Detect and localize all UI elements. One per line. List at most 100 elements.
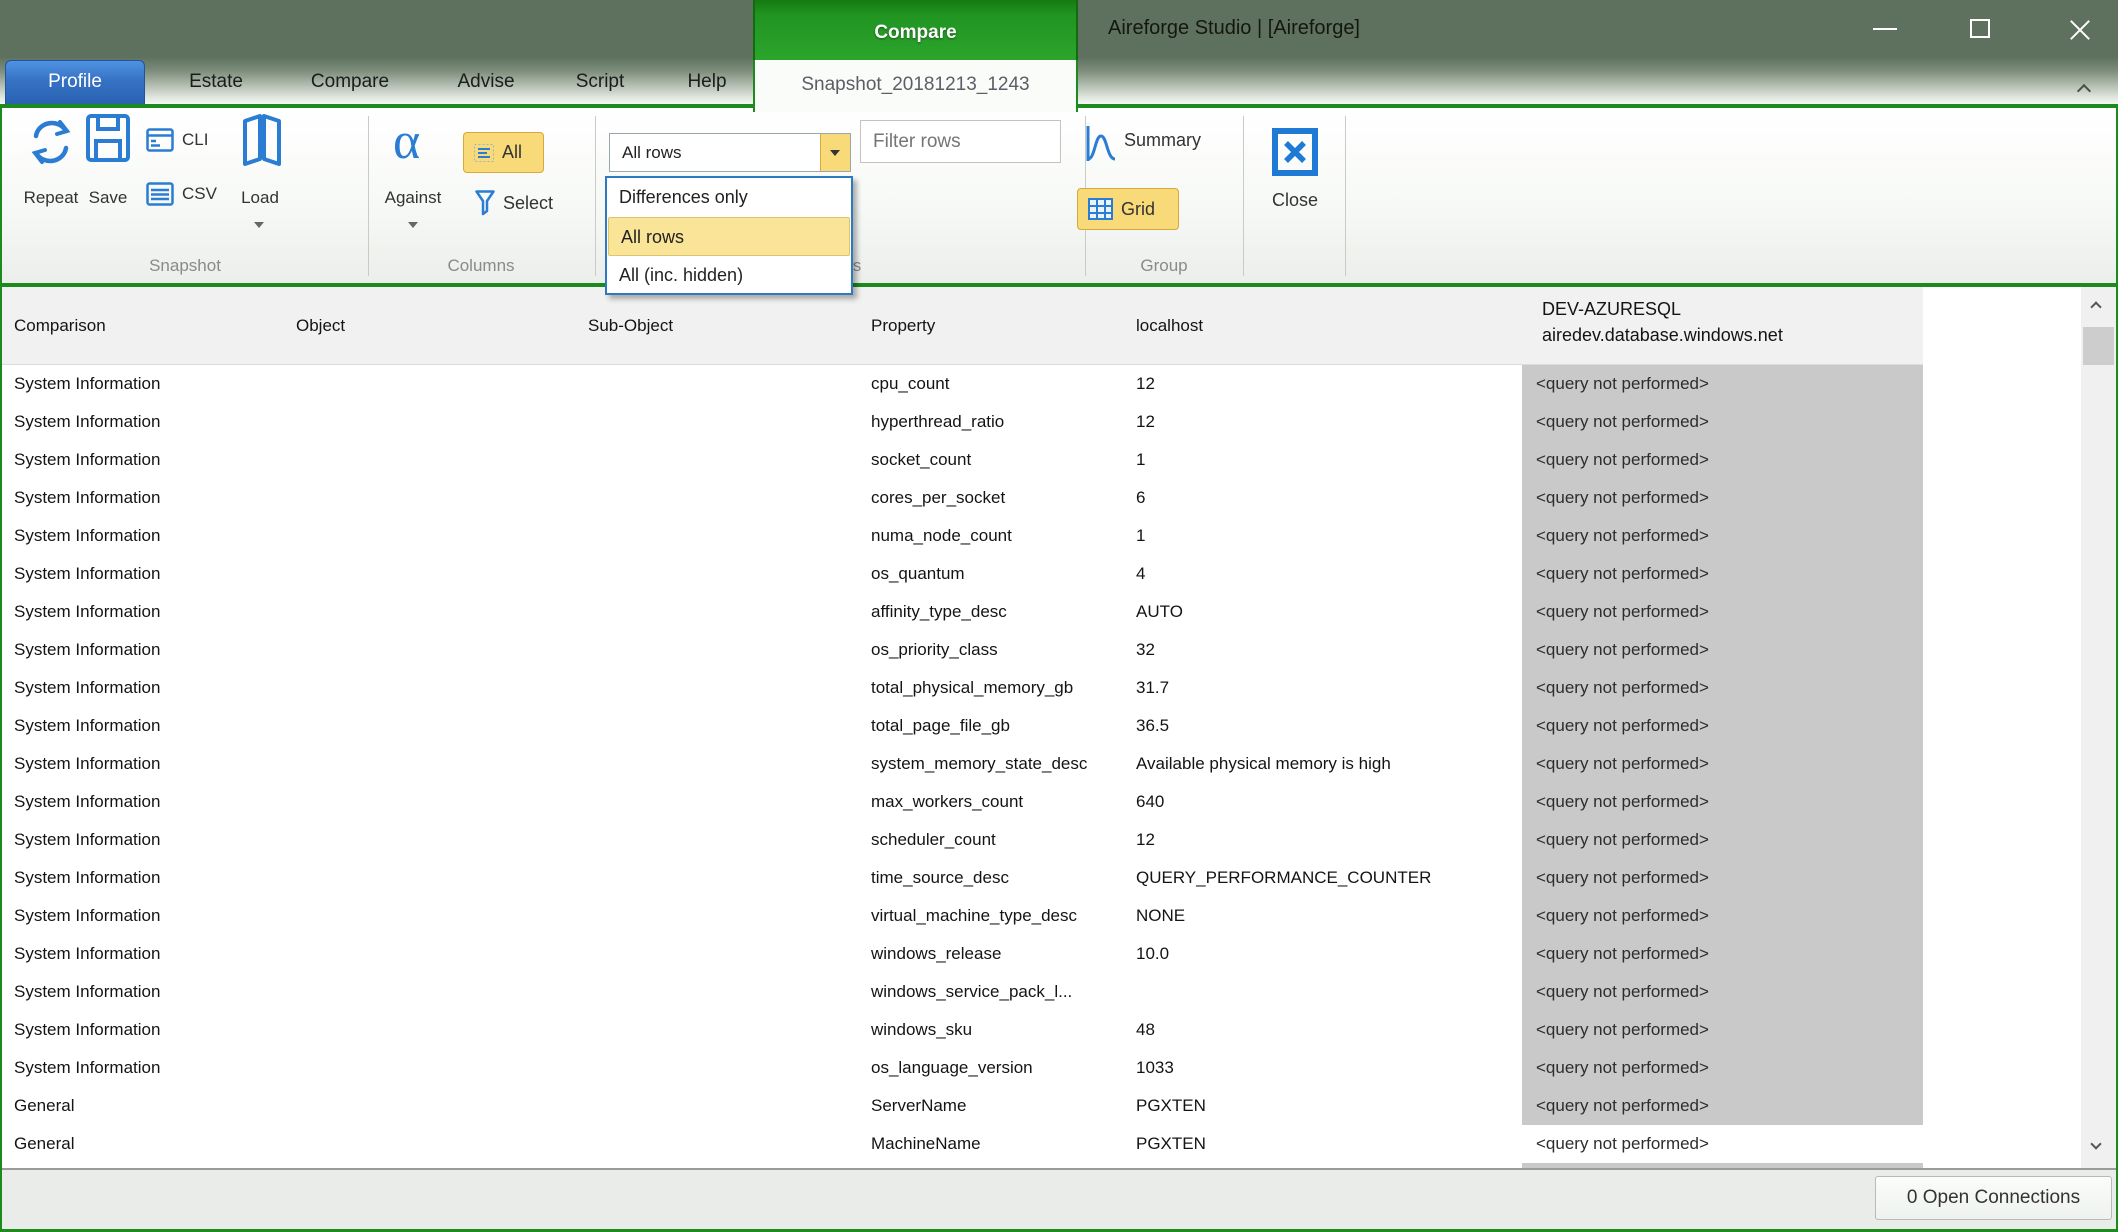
cell-remote-server: <query not performed> <box>1522 821 1923 859</box>
maximize-button[interactable] <box>1950 0 2010 57</box>
cell-property: affinity_type_desc <box>871 602 1007 621</box>
ribbon-collapse-icon[interactable] <box>2076 82 2092 99</box>
load-icon[interactable] <box>238 112 286 168</box>
save-icon[interactable] <box>84 112 132 164</box>
close-window-button[interactable] <box>2040 0 2100 57</box>
cell-comparison: System Information <box>14 830 161 849</box>
cell-remote-server: <query not performed> <box>1522 1049 1923 1087</box>
minimize-button[interactable] <box>1855 0 1915 57</box>
status-bar <box>0 1168 2118 1232</box>
column-header-property[interactable]: Property <box>871 287 935 365</box>
remote-server-name: DEV-AZURESQL <box>1542 299 1682 319</box>
table-row[interactable]: System Information hyperthread_ratio 12 <qu… <box>2 403 2081 441</box>
table-row[interactable]: System Information virtual_machine_type_d… <box>2 897 2081 935</box>
csv-icon[interactable] <box>146 182 174 207</box>
select-filter-icon[interactable] <box>475 190 495 218</box>
cell-remote-server: <query not performed> <box>1522 593 1923 631</box>
summary-icon[interactable] <box>1085 124 1117 164</box>
table-row[interactable]: System Information windows_sku 48 <query no… <box>2 1011 2081 1049</box>
table-row[interactable]: System Information time_source_desc QUERY_… <box>2 859 2081 897</box>
scroll-down-icon[interactable] <box>2090 1138 2103 1151</box>
table-row[interactable]: System Information os_priority_class 32 <qu… <box>2 631 2081 669</box>
table-row[interactable]: System Information numa_node_count 1 <query… <box>2 517 2081 555</box>
cell-localhost: NONE <box>1136 906 1186 925</box>
save-button[interactable]: Save <box>75 188 141 208</box>
cli-icon[interactable] <box>146 128 174 153</box>
cell-comparison: System Information <box>14 526 161 545</box>
combobox-dropdown-button[interactable] <box>820 134 850 171</box>
cell-property: os_priority_class <box>871 640 998 659</box>
table-row[interactable]: System Information total_page_file_gb 36.5… <box>2 707 2081 745</box>
cell-remote-server: <query not performed> <box>1522 403 1923 441</box>
grid-rows: System Information cpu_count 12 <query not … <box>2 365 2081 1168</box>
tab-script[interactable]: Script <box>540 60 660 104</box>
against-button[interactable]: Against <box>372 188 454 208</box>
column-header-sub-object[interactable]: Sub-Object <box>588 287 673 365</box>
load-button[interactable]: Load <box>228 188 292 208</box>
app-window: Aireforge Studio | [Aireforge] Profile E… <box>0 0 2118 1232</box>
table-row[interactable]: General ServerName PGXTEN <query not perfor… <box>2 1087 2081 1125</box>
table-row[interactable]: System Information cores_per_socket 6 <quer… <box>2 479 2081 517</box>
table-row[interactable]: System Information affinity_type_desc AUTO… <box>2 593 2081 631</box>
table-row[interactable]: System Information windows_release 10.0 <qu… <box>2 935 2081 973</box>
rows-filter-combobox[interactable]: All rows <box>609 133 851 172</box>
dropdown-option[interactable]: All rows <box>608 217 850 256</box>
tab-compare[interactable]: Compare <box>290 60 410 104</box>
column-header-comparison[interactable]: Comparison <box>14 287 106 365</box>
against-dropdown-icon[interactable] <box>408 222 418 228</box>
tab-estate[interactable]: Estate <box>156 60 276 104</box>
dropdown-option[interactable]: Differences only <box>607 178 851 217</box>
against-icon[interactable]: α <box>393 112 420 172</box>
rows-filter-dropdown-list: Differences only All rows All (inc. hidden… <box>605 176 853 295</box>
filter-rows-input[interactable] <box>860 120 1061 163</box>
table-row[interactable]: System Information max_workers_count 640 <q… <box>2 783 2081 821</box>
grid-toggle[interactable]: Grid <box>1077 188 1179 230</box>
cell-remote-server: <query not performed> <box>1522 1011 1923 1049</box>
table-row[interactable]: System Information system_memory_state_de… <box>2 745 2081 783</box>
cell-remote-server: <query not performed> <box>1522 973 1923 1011</box>
columns-all-toggle[interactable]: All <box>463 132 544 173</box>
cli-button[interactable]: CLI <box>182 130 208 150</box>
dropdown-option[interactable]: All (inc. hidden) <box>607 256 851 295</box>
tab-advise[interactable]: Advise <box>426 60 546 104</box>
column-header-remote-server[interactable]: DEV-AZURESQL airedev.database.windows.ne… <box>1542 296 1783 348</box>
cell-comparison: System Information <box>14 678 161 697</box>
cell-property: socket_count <box>871 450 972 469</box>
repeat-icon[interactable] <box>26 114 76 170</box>
table-row[interactable]: System Information os_language_version 103… <box>2 1049 2081 1087</box>
summary-button[interactable]: Summary <box>1124 130 1201 151</box>
cell-localhost: 32 <box>1136 640 1155 659</box>
cell-property: os_language_version <box>871 1058 1033 1077</box>
scrollbar-thumb[interactable] <box>2083 327 2114 365</box>
grid-header: Comparison Object Sub-Object Property lo… <box>2 287 1923 365</box>
cell-localhost: PGXTEN <box>1136 1096 1206 1115</box>
table-row[interactable]: System Information total_physical_memory_… <box>2 669 2081 707</box>
csv-button[interactable]: CSV <box>182 184 217 204</box>
cell-property: windows_service_pack_l... <box>871 982 1073 1001</box>
table-row[interactable]: System Information scheduler_count 12 <quer… <box>2 821 2081 859</box>
cell-property: scheduler_count <box>871 830 996 849</box>
cell-property: windows_sku <box>871 1020 973 1039</box>
tab-help[interactable]: Help <box>647 60 767 104</box>
cell-localhost: 12 <box>1136 412 1155 431</box>
window-border <box>0 104 2 1232</box>
select-columns-button[interactable]: Select <box>503 193 553 214</box>
document-tab-snapshot[interactable]: Snapshot_20181213_1243 <box>753 60 1078 112</box>
scroll-up-icon[interactable] <box>2090 300 2103 313</box>
table-row[interactable]: General MachineName PGXTEN <query not perfo… <box>2 1125 2081 1163</box>
column-header-object[interactable]: Object <box>296 287 345 365</box>
load-dropdown-icon[interactable] <box>254 222 264 228</box>
group-separator <box>1243 116 1244 276</box>
cell-remote-server: <query not performed> <box>1522 707 1923 745</box>
column-header-localhost[interactable]: localhost <box>1136 287 1203 365</box>
vertical-scrollbar[interactable] <box>2081 287 2116 1168</box>
table-row[interactable]: System Information windows_service_pack_l… <box>2 973 2081 1011</box>
table-row[interactable]: System Information cpu_count 12 <query not … <box>2 365 2081 403</box>
table-row[interactable]: System Information socket_count 1 <query no… <box>2 441 2081 479</box>
close-compare-icon[interactable] <box>1272 128 1318 176</box>
cell-remote-server: <query not performed> <box>1536 1134 1709 1153</box>
close-compare-button[interactable]: Close <box>1255 190 1335 211</box>
table-row[interactable]: System Information os_quantum 4 <query not … <box>2 555 2081 593</box>
tab-profile[interactable]: Profile <box>5 60 145 104</box>
open-connections-button[interactable]: 0 Open Connections <box>1875 1176 2112 1220</box>
